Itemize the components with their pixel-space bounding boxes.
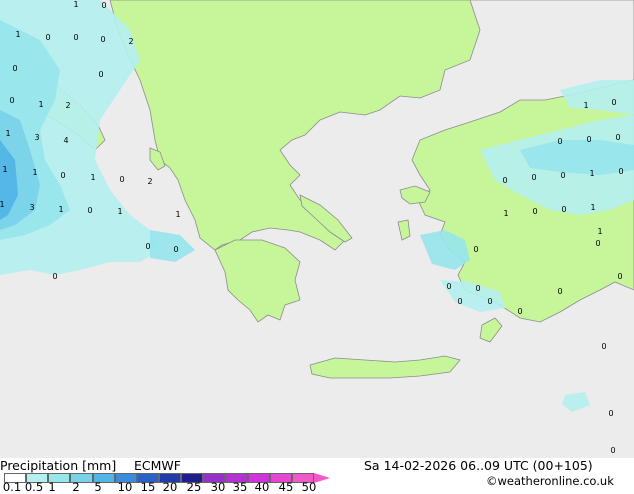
- point-value-label: 0: [557, 137, 562, 146]
- point-value-label: 0: [557, 287, 562, 296]
- point-value-label: 0: [98, 70, 103, 79]
- point-value-label: 0: [618, 167, 623, 176]
- point-value-label: 0: [446, 282, 451, 291]
- point-value-label: 1: [5, 129, 10, 138]
- point-value-label: 2: [147, 177, 152, 186]
- model-name: ECMWF: [134, 458, 181, 473]
- point-value-label: 0: [52, 272, 57, 281]
- point-value-label: 0: [45, 33, 50, 42]
- map-title: Precipitation [mm]: [0, 458, 117, 473]
- point-value-label: 0: [610, 446, 615, 455]
- point-value-label: 0: [60, 171, 65, 180]
- point-value-label: 0: [608, 409, 613, 418]
- point-value-label: 0: [611, 98, 616, 107]
- point-value-label: 3: [29, 203, 34, 212]
- point-value-label: 1: [597, 227, 602, 236]
- point-value-label: 1: [503, 209, 508, 218]
- valid-time: Sa 14-02-2026 06..09 UTC (00+105): [364, 458, 593, 473]
- point-value-label: 0: [502, 176, 507, 185]
- point-value-label: 1: [589, 169, 594, 178]
- credit: ©weatheronline.co.uk: [486, 474, 614, 488]
- scale-tick-label: 5: [94, 480, 102, 494]
- point-value-label: 1: [38, 100, 43, 109]
- point-value-label: 0: [561, 205, 566, 214]
- point-value-label: 0: [101, 1, 106, 10]
- point-value-label: 1: [590, 203, 595, 212]
- point-value-label: 0: [100, 35, 105, 44]
- scale-tick-label: 25: [186, 480, 202, 494]
- point-value-label: 0: [73, 33, 78, 42]
- legend-bar: Precipitation [mm] ECMWF Sa 14-02-2026 0…: [0, 458, 634, 494]
- point-value-label: 0: [560, 171, 565, 180]
- point-value-label: 1: [583, 101, 588, 110]
- point-value-label: 0: [617, 272, 622, 281]
- point-value-label: 3: [34, 133, 39, 142]
- point-value-label: 0: [487, 297, 492, 306]
- point-value-label: 0: [457, 297, 462, 306]
- point-value-label: 0: [531, 173, 536, 182]
- point-value-label: 1: [32, 168, 37, 177]
- point-value-label: 1: [73, 0, 78, 9]
- point-value-label: 0: [595, 239, 600, 248]
- point-value-label: 1: [0, 200, 5, 209]
- point-value-label: 0: [601, 342, 606, 351]
- point-value-label: 1: [117, 207, 122, 216]
- point-value-label: 0: [9, 96, 14, 105]
- point-value-label: 0: [475, 284, 480, 293]
- point-value-label: 0: [173, 245, 178, 254]
- scale-tick-label: 20: [162, 480, 178, 494]
- precipitation-map: 1010002000121341101021310110000001001001…: [0, 0, 634, 458]
- point-value-label: 1: [15, 30, 20, 39]
- scale-tick-label: 40: [254, 480, 270, 494]
- point-value-label: 4: [63, 136, 68, 145]
- point-value-label: 0: [473, 245, 478, 254]
- point-value-label: 1: [58, 205, 63, 214]
- point-value-label: 1: [175, 210, 180, 219]
- point-value-label: 0: [145, 242, 150, 251]
- point-value-label: 2: [128, 37, 133, 46]
- scale-tick-label: 50: [301, 480, 317, 494]
- point-value-label: 0: [12, 64, 17, 73]
- point-value-label: 2: [65, 101, 70, 110]
- point-value-label: 0: [517, 307, 522, 316]
- point-value-label: 0: [532, 207, 537, 216]
- point-value-label: 0: [119, 175, 124, 184]
- point-value-label: 0: [586, 135, 591, 144]
- point-value-label: 0: [87, 206, 92, 215]
- point-value-label: 1: [90, 173, 95, 182]
- point-value-label: 0: [615, 133, 620, 142]
- scale-tick-label: 1: [48, 480, 56, 494]
- point-value-label: 1: [2, 165, 7, 174]
